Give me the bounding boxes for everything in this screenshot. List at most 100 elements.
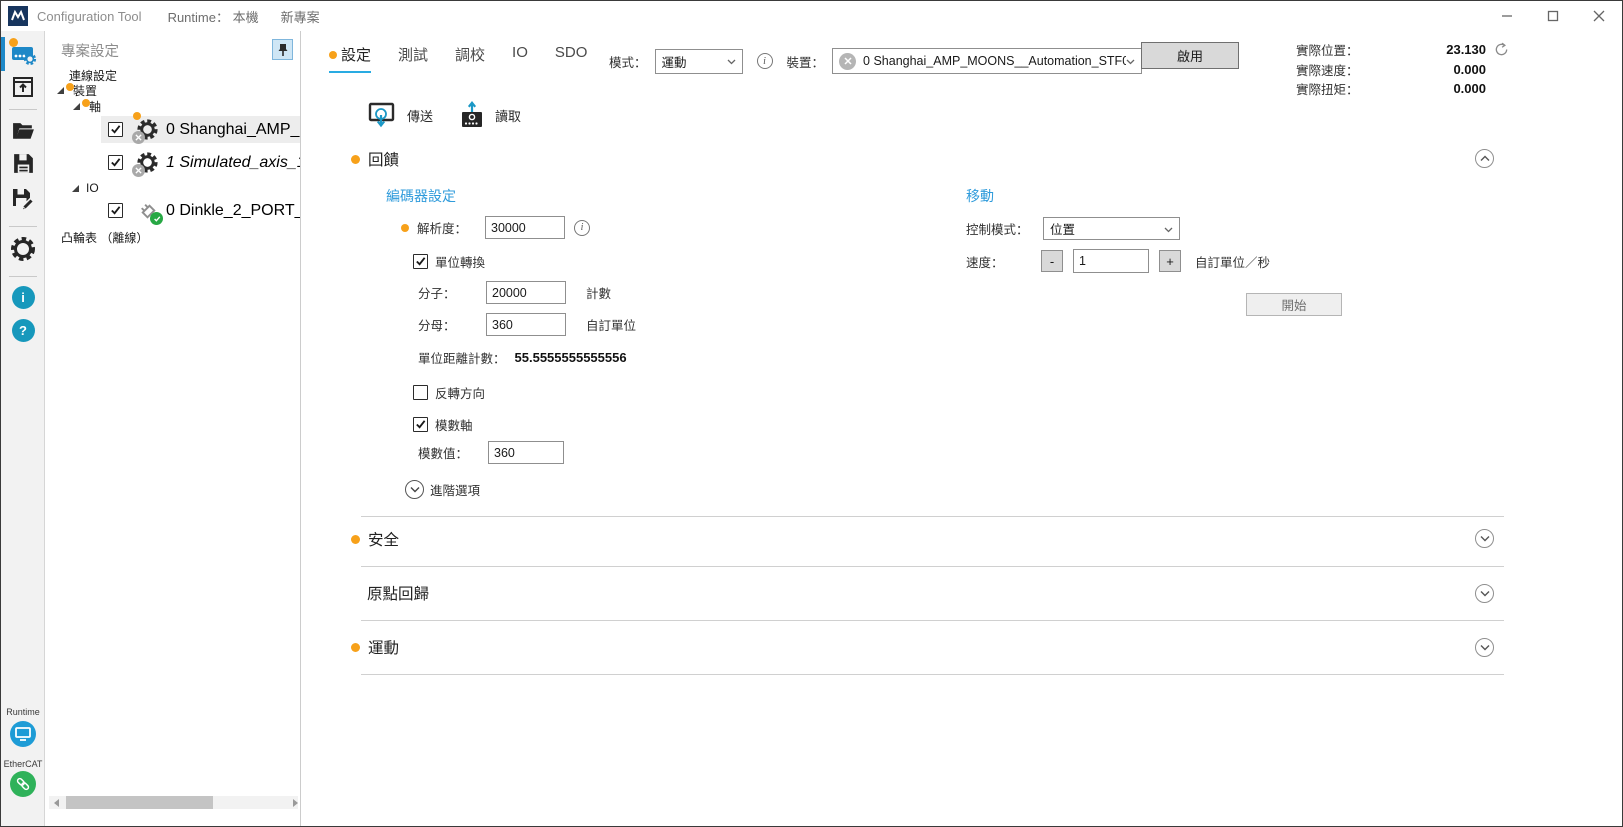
- tree-item-axis0[interactable]: 0 Shanghai_AMP_MOONS_: [101, 116, 300, 143]
- tab-tuning[interactable]: 調校: [455, 44, 485, 71]
- enable-button[interactable]: 啟用: [1141, 42, 1239, 69]
- resolution-info-icon[interactable]: i: [574, 220, 590, 236]
- denominator-row: 分母： 自訂單位: [418, 313, 636, 336]
- units-distance-value: 55.5555555555556: [515, 350, 627, 365]
- expander-icon[interactable]: [57, 87, 64, 94]
- modified-dot: [133, 112, 141, 120]
- titlebar: Configuration Tool Runtime： 本機 新專案: [1, 1, 1622, 31]
- tree-item-io0[interactable]: 0 Dinkle_2_PORT_BRIDGE_G: [101, 197, 300, 224]
- status-block: 實際位置： 23.130 實際速度： 0.000 實際扭矩： 0.000: [1296, 40, 1509, 99]
- modulo-axis-checkbox[interactable]: [413, 417, 428, 432]
- advanced-options-row[interactable]: 進階選項: [405, 480, 480, 499]
- save-as-icon[interactable]: [1, 186, 45, 212]
- reverse-direction-checkbox[interactable]: [413, 385, 428, 400]
- tab-io[interactable]: IO: [512, 44, 528, 67]
- control-mode-row: 控制模式： 位置: [966, 217, 1180, 240]
- collapse-feedback-button[interactable]: [1475, 149, 1494, 168]
- modified-dot: [351, 643, 360, 652]
- scroll-left-icon[interactable]: [49, 796, 63, 809]
- expand-homing-button[interactable]: [1475, 584, 1494, 603]
- expander-icon[interactable]: [72, 185, 79, 192]
- homing-section-header[interactable]: 原點回歸: [359, 582, 429, 604]
- start-button[interactable]: 開始: [1246, 293, 1342, 316]
- open-folder-icon[interactable]: [1, 119, 45, 144]
- info-icon[interactable]: i: [1, 286, 45, 309]
- scrollbar-thumb[interactable]: [66, 796, 213, 809]
- mode-info-icon[interactable]: i: [757, 53, 773, 69]
- runtime-monitor-icon[interactable]: [1, 721, 45, 747]
- axis1-checkbox[interactable]: [108, 155, 123, 170]
- mode-group: 模式： 運動 i 裝置： 0 Shanghai_AMP_MOONS__Autom…: [609, 48, 1142, 74]
- close-button[interactable]: [1576, 1, 1622, 31]
- save-icon[interactable]: [1, 151, 45, 176]
- unit-conversion-checkbox[interactable]: [413, 254, 428, 269]
- menu-runtime[interactable]: Runtime： 本機: [168, 7, 259, 26]
- denominator-input[interactable]: [486, 313, 566, 336]
- window-controls: [1484, 1, 1622, 31]
- mode-label: 模式：: [609, 52, 647, 71]
- read-button[interactable]: 讀取: [459, 101, 521, 129]
- actual-position-row: 實際位置： 23.130: [1296, 40, 1509, 60]
- tree-item-devices[interactable]: 裝置: [57, 82, 97, 99]
- app-window: Configuration Tool Runtime： 本機 新專案: [0, 0, 1623, 827]
- project-settings-icon[interactable]: [1, 39, 45, 67]
- send-button[interactable]: 傳送: [367, 101, 433, 129]
- expand-safety-button[interactable]: [1475, 529, 1494, 548]
- resolution-input[interactable]: [485, 216, 565, 239]
- minimize-button[interactable]: [1484, 1, 1530, 31]
- modulo-value-row: 模數值：: [418, 441, 564, 464]
- safety-section-header[interactable]: 安全: [351, 528, 399, 550]
- ethercat-caption: EtherCAT: [1, 759, 45, 769]
- section-divider: [361, 674, 1504, 675]
- expand-motion-button[interactable]: [1475, 638, 1494, 657]
- tree-horizontal-scrollbar[interactable]: [49, 796, 298, 809]
- tree-item-cam-table[interactable]: 凸輪表 （離線）: [61, 229, 148, 246]
- settings-gear-icon[interactable]: [1, 234, 45, 264]
- control-mode-select[interactable]: 位置: [1043, 217, 1180, 240]
- numerator-input[interactable]: [486, 281, 566, 304]
- tab-test[interactable]: 測試: [398, 44, 428, 71]
- tab-sdo[interactable]: SDO: [555, 44, 588, 67]
- pin-button[interactable]: [272, 39, 293, 60]
- main-content: 設定 測試 調校 IO SDO 模式： 運動 i 裝置： 0 Shanghai_…: [301, 31, 1622, 826]
- tab-bar: 設定 測試 調校 IO SDO: [329, 44, 587, 73]
- motion-section-header[interactable]: 運動: [351, 636, 399, 658]
- tab-settings[interactable]: 設定: [329, 44, 371, 73]
- tree-item-axes[interactable]: 軸: [73, 98, 101, 115]
- expander-icon[interactable]: [73, 103, 80, 110]
- reverse-direction-row: 反轉方向: [413, 383, 485, 402]
- io0-checkbox[interactable]: [108, 203, 123, 218]
- modulo-axis-row: 模數軸: [413, 415, 473, 434]
- actual-velocity-row: 實際速度： 0.000: [1296, 60, 1509, 80]
- ethercat-link-icon[interactable]: [1, 771, 45, 797]
- maximize-button[interactable]: [1530, 1, 1576, 31]
- device-select[interactable]: 0 Shanghai_AMP_MOONS__Automation_STF06_E…: [832, 48, 1142, 74]
- reset-position-icon[interactable]: [1494, 42, 1509, 57]
- axis-device-icon: [135, 150, 160, 175]
- io-device-icon: [135, 198, 160, 223]
- tree-item-axis1[interactable]: 1 Simulated_axis_1: [101, 149, 300, 176]
- import-window-icon[interactable]: [1, 75, 45, 99]
- velocity-decrement-button[interactable]: -: [1041, 250, 1063, 272]
- mode-select[interactable]: 運動: [655, 49, 743, 74]
- chevron-down-icon: [1480, 535, 1490, 542]
- icon-rail: i ? Runtime EtherCAT: [1, 31, 45, 826]
- menu-new-project[interactable]: 新專案: [281, 7, 320, 26]
- modified-dot: [329, 51, 337, 59]
- app-logo-icon: [8, 6, 28, 26]
- rail-divider: [9, 109, 37, 110]
- velocity-input[interactable]: [1073, 249, 1149, 273]
- axis0-checkbox[interactable]: [108, 122, 123, 137]
- feedback-section-header[interactable]: 回饋: [351, 148, 399, 170]
- tree-item-io[interactable]: IO: [72, 181, 99, 195]
- disconnected-badge: [132, 131, 145, 144]
- numerator-row: 分子： 計數: [418, 281, 611, 304]
- velocity-increment-button[interactable]: +: [1159, 250, 1181, 272]
- read-icon: [459, 101, 485, 129]
- help-icon[interactable]: ?: [1, 319, 45, 342]
- chevron-up-icon: [1480, 155, 1490, 162]
- modulo-value-input[interactable]: [488, 441, 564, 464]
- device-label: 裝置：: [787, 52, 825, 71]
- scroll-right-icon[interactable]: [284, 796, 298, 809]
- modified-dot: [82, 99, 90, 107]
